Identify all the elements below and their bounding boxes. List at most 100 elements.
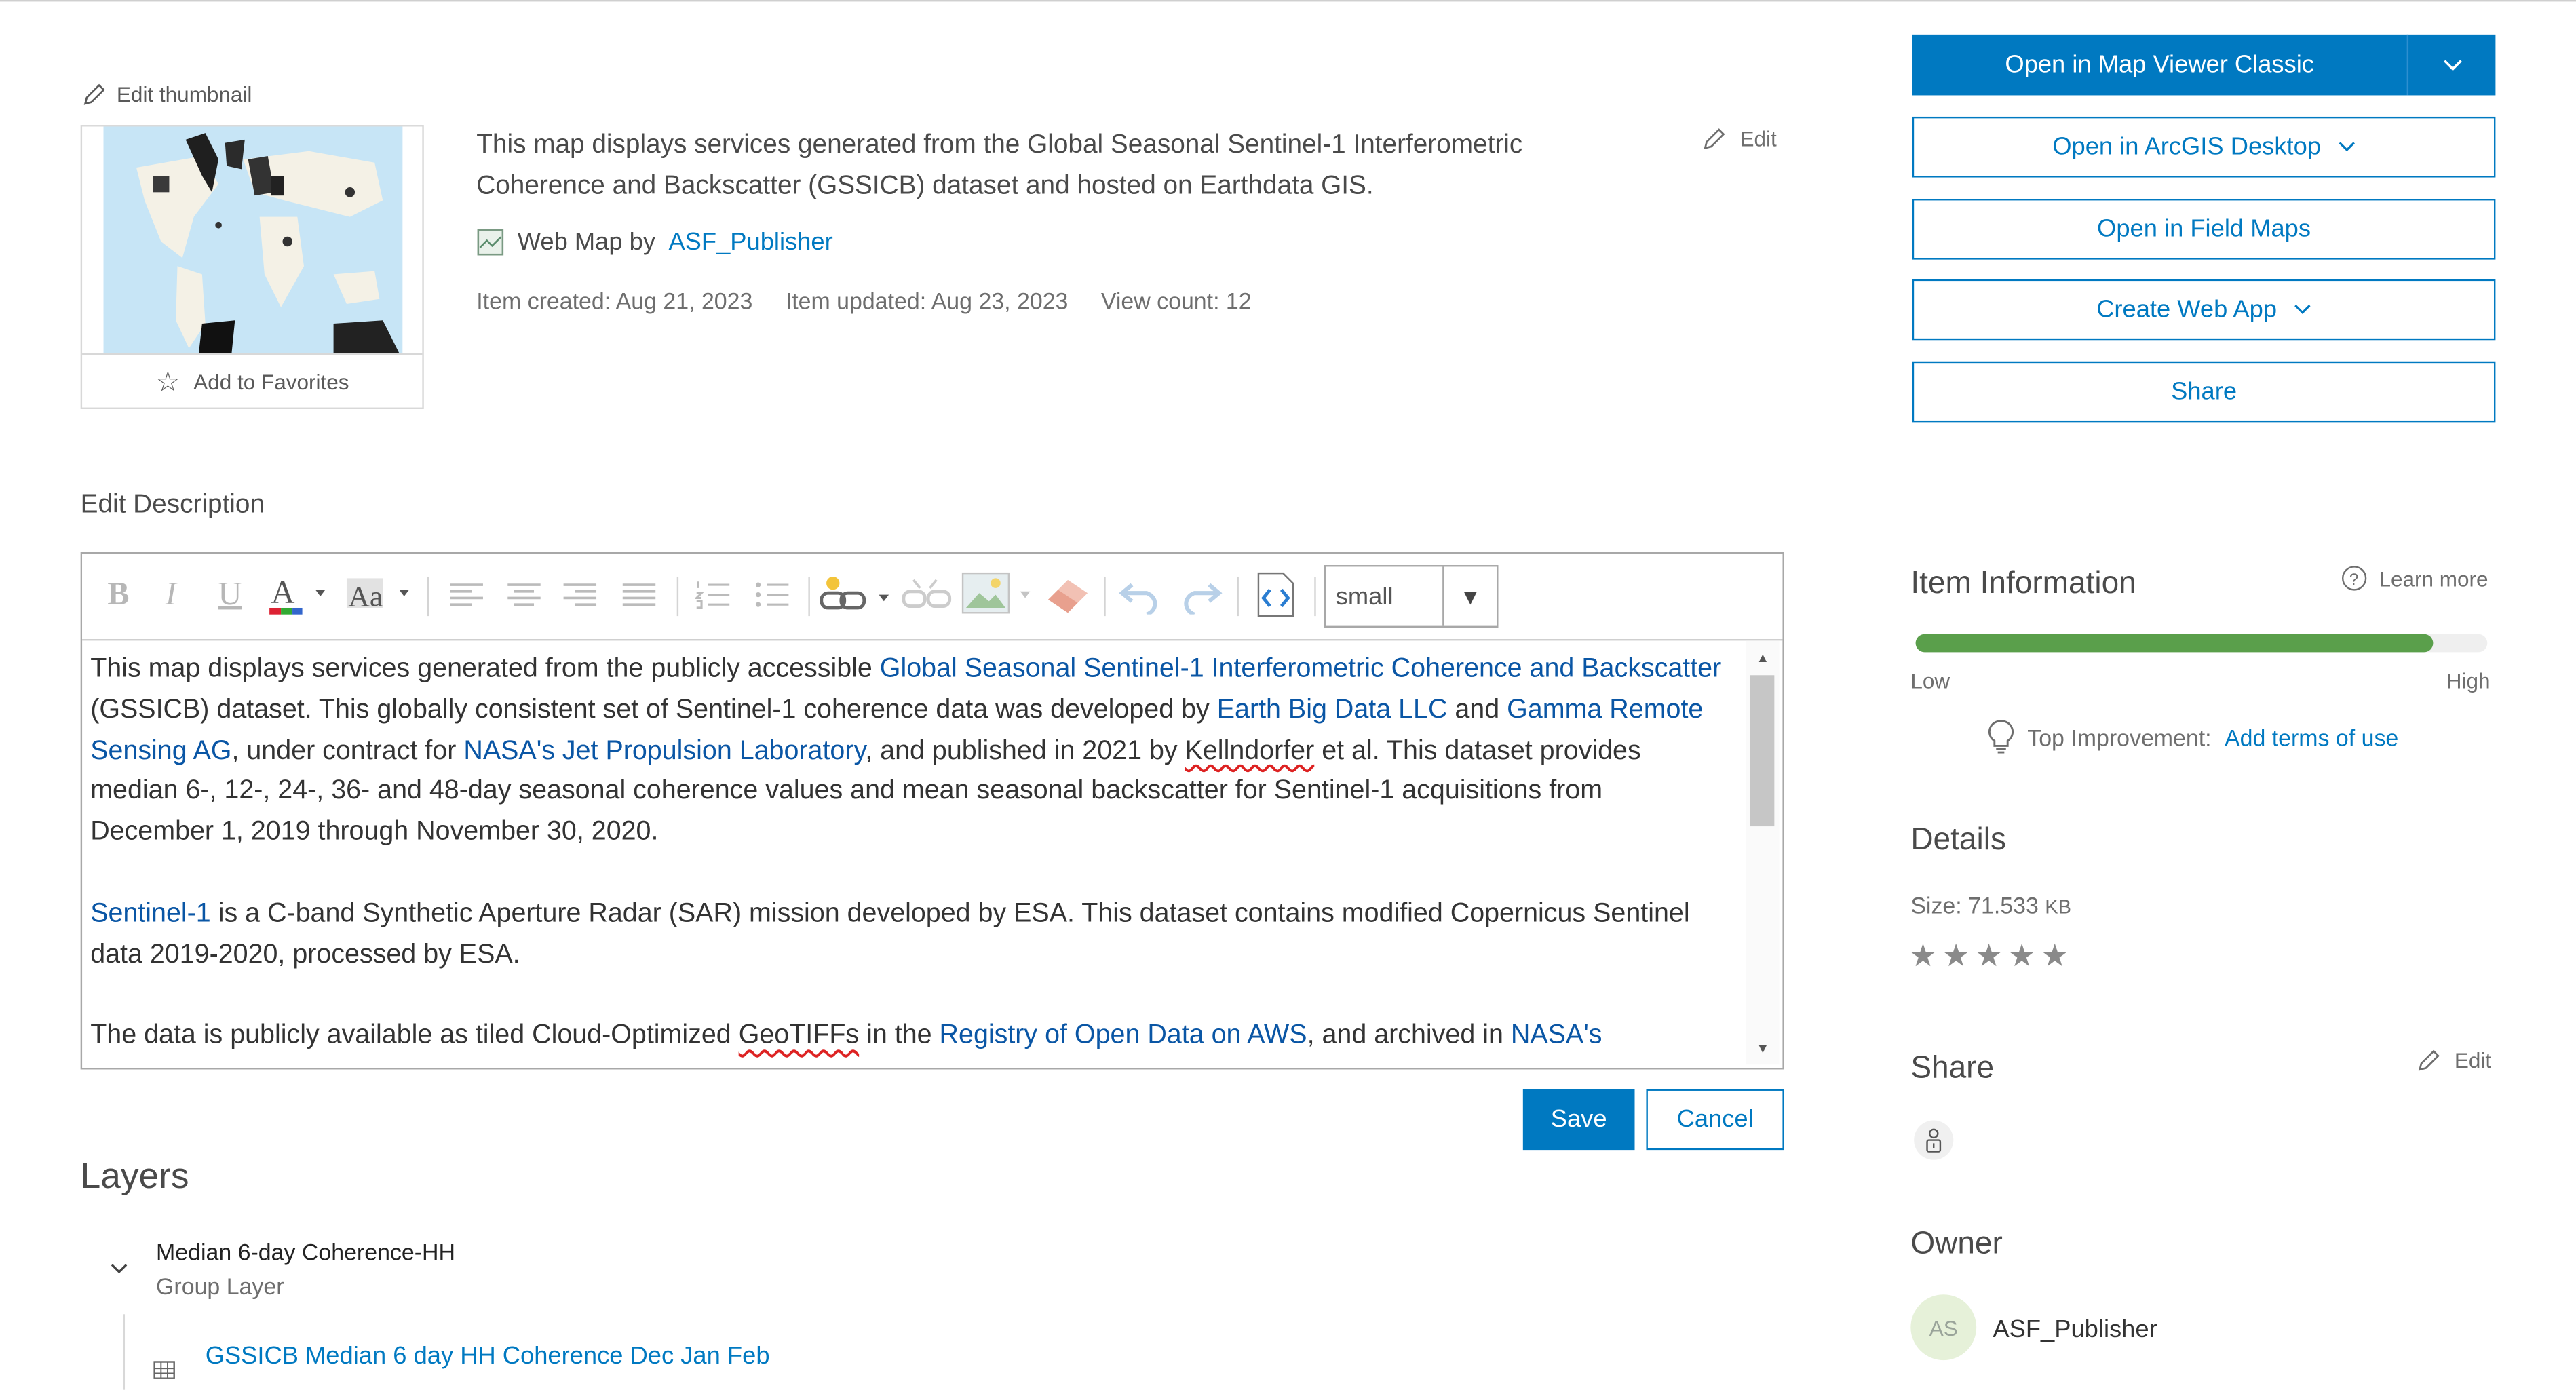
description-paragraph: This map displays services generated fro… [90,649,1733,853]
font-color-button[interactable]: A [263,570,328,619]
editor-toolbar: B I U A Aa small ▼ [82,554,1783,641]
toolbar-separator [676,576,679,617]
item-size-value: Size: 71.533 [1910,891,2039,919]
item-summary: This map displays services generated fro… [476,131,1523,201]
star-icon[interactable]: ★ [2008,938,2036,976]
avatar[interactable]: AS [1910,1294,1977,1361]
owner-link[interactable]: ASF_Publisher [668,229,832,256]
font-size-select[interactable]: small ▼ [1324,565,1499,628]
open-map-viewer-classic-button[interactable]: Open in Map Viewer Classic [1912,34,2496,96]
star-icon[interactable]: ★ [1975,938,2003,976]
text-run: and [1447,694,1507,725]
create-web-app-button[interactable]: Create Web App [1912,279,2496,341]
owner-name[interactable]: ASF_Publisher [1993,1316,2157,1344]
lightbulb-icon [1988,720,2014,754]
open-arcgis-desktop-button[interactable]: Open in ArcGIS Desktop [1912,116,2496,178]
add-terms-of-use-link[interactable]: Add terms of use [2225,725,2398,751]
description-paragraph: The data is publicly available as tiled … [90,1016,1733,1056]
open-options-dropdown[interactable] [2406,34,2496,96]
share-button-label: Share [2171,377,2237,406]
text-run: in the [859,1020,940,1050]
undo-button[interactable] [1115,570,1168,619]
font-size-value: small [1335,582,1393,611]
share-button[interactable]: Share [1912,361,2496,423]
scroll-down-icon[interactable]: ▼ [1746,1035,1779,1062]
learn-more-label: Learn more [2379,566,2488,591]
align-center-icon [507,583,541,606]
item-size: Size: 71.533 KB [1910,892,2071,919]
share-edit-label: Edit [2454,1047,2492,1073]
remove-link-button[interactable] [900,570,956,619]
redo-icon [1184,583,1223,615]
top-improvement-label: Top Improvement: [2027,724,2212,751]
chevron-down-icon [2338,142,2355,152]
text-run: This map displays services generated fro… [90,653,880,684]
justify-button[interactable] [616,570,662,619]
bold-button[interactable]: B [98,570,138,619]
group-layer-title: Median 6-day Coherence-HH [156,1238,456,1265]
star-icon[interactable]: ★ [1942,938,1969,976]
dropdown-arrow-icon[interactable]: ▼ [1442,566,1497,626]
item-meta: Item created: Aug 21, 2023 Item updated:… [476,288,1251,314]
link-registry-open-data[interactable]: Registry of Open Data on AWS [940,1020,1307,1050]
summary-edit-link[interactable]: Edit [1702,126,1777,151]
star-icon[interactable]: ★ [1909,938,1937,976]
layers-heading: Layers [80,1155,189,1196]
unlink-icon [902,579,952,608]
align-center-button[interactable] [501,570,547,619]
svg-text:?: ? [2349,571,2358,589]
numbered-list-button[interactable] [690,570,736,619]
learn-more-link[interactable]: ? Learn more [2341,565,2488,592]
sublayer-link[interactable]: GSSICB Median 6 day HH Coherence Dec Jan… [206,1342,770,1370]
edit-thumbnail-label: Edit thumbnail [116,82,252,107]
open-field-maps-button[interactable]: Open in Field Maps [1912,199,2496,260]
link-nasa-archive[interactable]: NASA's [1511,1020,1602,1050]
owner-heading: Owner [1910,1227,2003,1262]
star-icon[interactable]: ★ [2041,938,2069,976]
link-sentinel-1[interactable]: Sentinel-1 [90,898,211,928]
add-to-favorites-button[interactable]: ☆ Add to Favorites [82,353,423,409]
view-count: View count: 12 [1100,287,1252,314]
layer-tree-line [123,1314,126,1390]
cancel-button[interactable]: Cancel [1646,1089,1784,1151]
misspelled-word: GeoTIFFs [738,1020,860,1050]
collapse-group-toggle[interactable] [110,1257,128,1280]
question-circle-icon: ? [2341,566,2367,591]
link-gssicb-dataset[interactable]: Global Seasonal Sentinel-1 Interferometr… [880,654,1721,684]
html-source-icon [1257,572,1294,617]
save-button[interactable]: Save [1522,1089,1635,1151]
scroll-up-icon[interactable]: ▲ [1746,644,1779,670]
view-html-button[interactable] [1248,570,1301,619]
redo-button[interactable] [1173,570,1225,619]
editor-content[interactable]: This map displays services generated fro… [90,649,1733,1098]
insert-link-button[interactable] [818,570,893,619]
insert-image-button[interactable] [959,570,1035,619]
font-color-icon: A [269,575,326,615]
scrollbar-thumb[interactable] [1750,675,1775,827]
align-left-button[interactable] [444,570,490,619]
pencil-icon [1704,128,1725,150]
align-right-button[interactable] [557,570,603,619]
toolbar-separator [1314,576,1316,617]
score-high-label: High [2446,668,2491,693]
map-image-layer-icon [153,1359,176,1382]
editor-scrollbar[interactable]: ▲ ▼ [1746,640,1780,1065]
highlight-color-button[interactable]: Aa [342,570,415,619]
clear-formatting-button[interactable] [1041,570,1094,619]
misspelled-word: Kellndorfer [1185,735,1315,765]
text-run: , and archived in [1307,1020,1511,1050]
justify-icon [622,583,656,606]
private-lock-icon [1914,1120,1954,1160]
eraser-icon [1047,579,1088,613]
add-to-favorites-label: Add to Favorites [193,369,349,395]
details-heading: Details [1910,823,2006,858]
bullet-list-button[interactable] [749,570,795,619]
share-edit-link[interactable]: Edit [2417,1048,2491,1073]
rating-stars[interactable]: ★ ★ ★ ★ ★ [1909,938,2069,976]
open-map-viewer-classic-label[interactable]: Open in Map Viewer Classic [1912,35,2407,96]
edit-thumbnail-link[interactable]: Edit thumbnail [82,82,252,107]
italic-button[interactable]: I [151,570,191,619]
underline-button[interactable]: U [210,570,250,619]
link-earth-big-data[interactable]: Earth Big Data LLC [1217,695,1448,725]
link-nasa-jpl[interactable]: NASA's Jet Propulsion Laboratory [463,735,865,765]
